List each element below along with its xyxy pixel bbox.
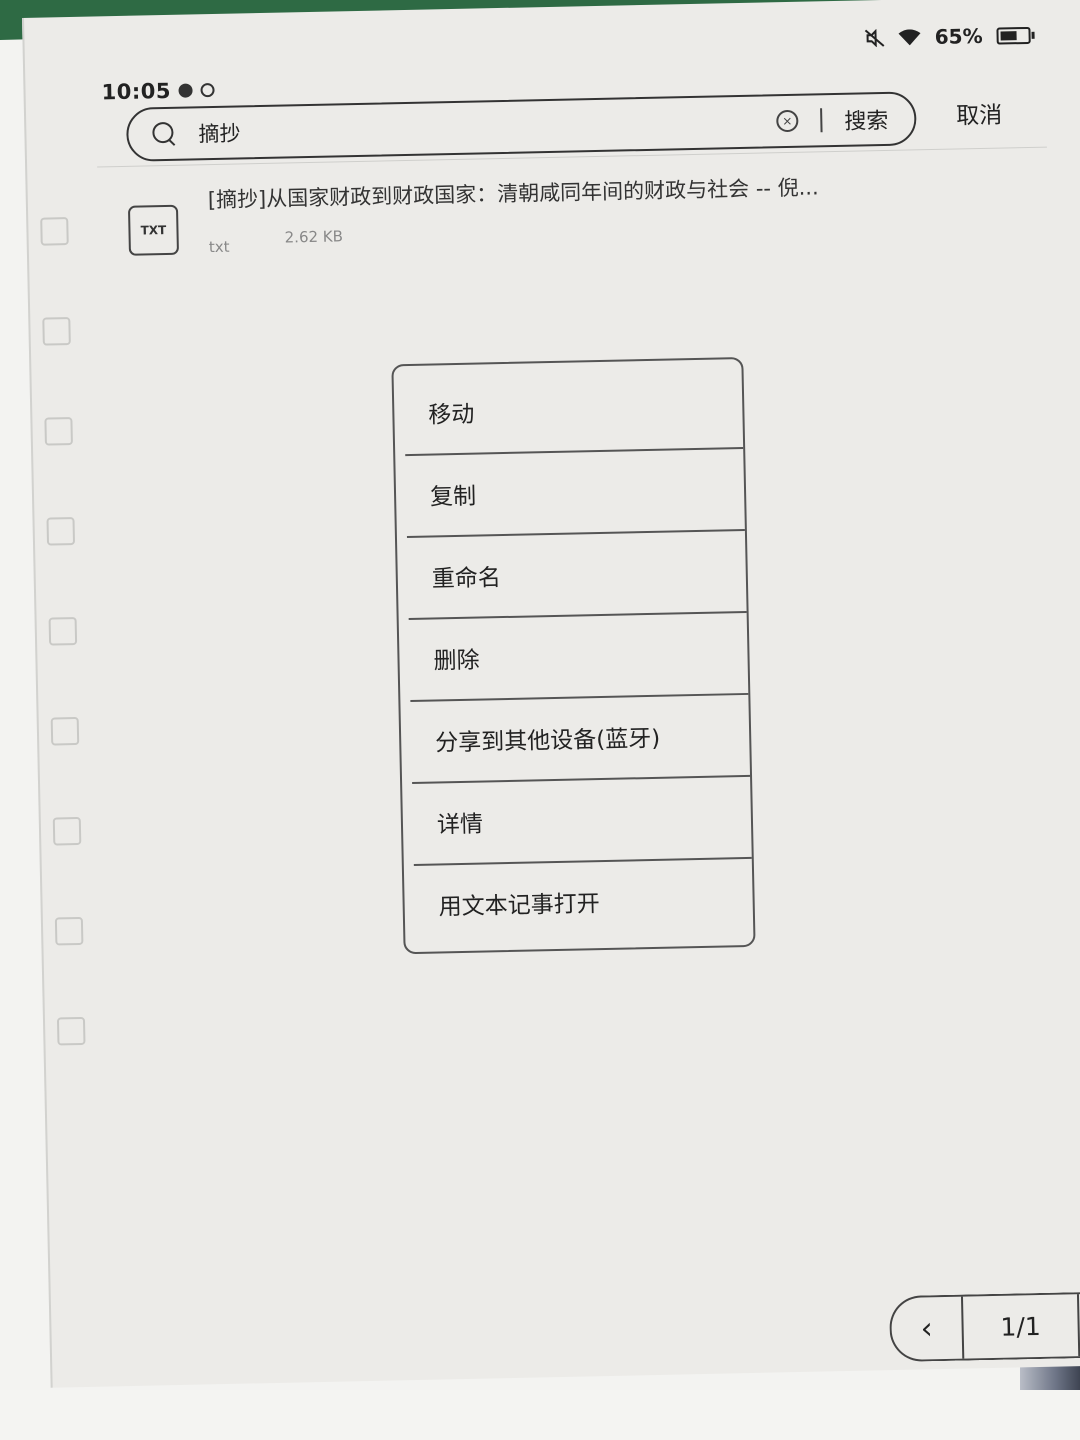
- search-icon: [152, 122, 176, 146]
- list-item[interactable]: TXT [摘抄]从国家财政到财政国家：清朝咸同年间的财政与社会 -- 倪... …: [127, 157, 1029, 276]
- menu-item-details[interactable]: 详情: [402, 775, 752, 864]
- toolbar-slot-three-icon[interactable]: [56, 1016, 86, 1046]
- sidebar: [40, 216, 119, 1117]
- menu-item-share-bluetooth[interactable]: 分享到其他设备(蓝牙): [400, 693, 750, 782]
- page-indicator: 1/1: [962, 1294, 1080, 1359]
- screen: 10:05 65% × 搜索 取消 TXT [摘抄]从国家财政到财政: [22, 0, 1080, 1388]
- search-divider: [820, 108, 823, 133]
- pager: ‹ 1/1 ›: [888, 1290, 1080, 1363]
- chevron-left-icon[interactable]: ‹: [890, 1296, 965, 1361]
- search-input[interactable]: [196, 109, 701, 147]
- file-title: [摘抄]从国家财政到财政国家：清朝咸同年间的财政与社会 -- 倪...: [207, 175, 819, 213]
- status-right: 65%: [864, 23, 1031, 50]
- menu-item-open-with-text-note[interactable]: 用文本记事打开: [404, 857, 754, 946]
- clear-icon[interactable]: ×: [776, 109, 799, 133]
- menu-item-rename[interactable]: 重命名: [397, 529, 747, 618]
- file-size: 2.62 KB: [284, 227, 344, 247]
- file-extension: txt: [208, 237, 230, 257]
- device-bottom-edge: [0, 1390, 1080, 1440]
- txt-file-icon: TXT: [127, 204, 179, 256]
- status-time: 10:05: [101, 78, 172, 105]
- chart-icon[interactable]: [44, 417, 73, 446]
- sync-icon: [200, 82, 216, 98]
- check-circle-icon: [178, 83, 194, 98]
- toolbar-slot-two-icon[interactable]: [54, 916, 84, 946]
- menu-item-delete[interactable]: 删除: [399, 611, 749, 700]
- wifi-icon: [898, 29, 921, 46]
- book-icon[interactable]: [46, 517, 76, 546]
- apps-icon[interactable]: [50, 716, 80, 746]
- context-menu: 移动 复制 重命名 删除 分享到其他设备(蓝牙) 详情 用文本记事打开: [391, 356, 756, 955]
- battery-percent: 65%: [934, 23, 983, 49]
- search-button[interactable]: 搜索: [844, 103, 889, 136]
- battery-icon: [996, 26, 1031, 45]
- grid-icon[interactable]: [40, 217, 69, 246]
- menu-item-copy[interactable]: 复制: [395, 447, 745, 536]
- toolbar-slot-one-icon[interactable]: [52, 816, 82, 846]
- cancel-button[interactable]: 取消: [956, 95, 1003, 130]
- audio-icon[interactable]: [48, 616, 78, 646]
- notebook-icon[interactable]: [42, 317, 71, 346]
- menu-item-move[interactable]: 移动: [394, 365, 744, 454]
- mute-icon: [864, 28, 885, 48]
